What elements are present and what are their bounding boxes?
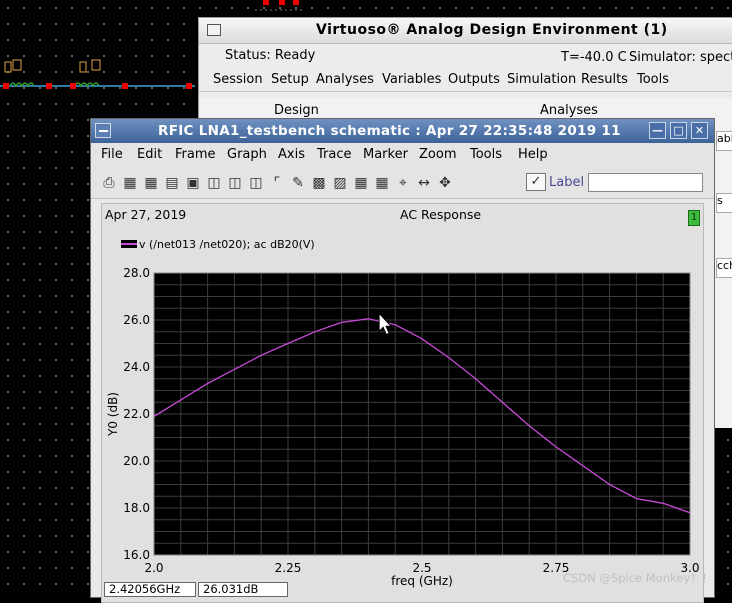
x-axis-label: freq (GHz) (391, 574, 453, 588)
watermark: CSDN @Spice Monkey！！ (563, 571, 714, 585)
ade-status-row: Status: Ready T=-40.0 C Simulator: spect… (199, 44, 732, 68)
menu-results[interactable]: Results (581, 72, 628, 87)
x-tick-label: 2.0 (144, 561, 163, 575)
simulator-text: Simulator: spectr (629, 50, 732, 65)
outputs-table-fragment[interactable]: s (716, 193, 732, 213)
menu-outputs[interactable]: Outputs (448, 72, 500, 87)
menu-session[interactable]: Session (213, 72, 263, 87)
design-header: Design (274, 103, 319, 118)
x-tick-label: 2.5 (412, 561, 431, 575)
analyses-table-fragment[interactable]: abl (716, 131, 732, 151)
y-tick-label: 24.0 (123, 360, 150, 374)
temperature-text: T=-40.0 C (561, 50, 627, 65)
y-axis-label: Y0 (dB) (106, 392, 120, 437)
outputs-table-fragment-2[interactable]: cch (716, 258, 732, 278)
schematic-pins (255, 0, 305, 11)
ade-title: Virtuoso® Analog Design Environment (1) (316, 22, 668, 38)
ade-menubar: Session Setup Analyses Variables Outputs… (199, 68, 732, 92)
y-tick-label: 20.0 (123, 454, 150, 468)
menu-setup[interactable]: Setup (271, 72, 309, 87)
menu-tools[interactable]: Tools (637, 72, 669, 87)
menu-variables[interactable]: Variables (382, 72, 441, 87)
legend-label: v (/net013 /net020); ac dB20(V) (139, 238, 315, 251)
y-tick-label: 22.0 (123, 407, 150, 421)
window-menu-icon[interactable] (207, 24, 221, 36)
schematic-wires (0, 0, 268, 89)
y-tick-label: 28.0 (123, 266, 150, 280)
menu-simulation[interactable]: Simulation (507, 72, 576, 87)
y-tick-label: 18.0 (123, 501, 150, 515)
y-tick-label: 16.0 (123, 548, 150, 562)
ac-response-chart: 16.018.020.022.024.026.028.02.0 2.25 2.5 2.… (106, 238, 700, 588)
x-tick-label: 2.25 (275, 561, 302, 575)
menu-analyses[interactable]: Analyses (316, 72, 374, 87)
ade-titlebar[interactable]: Virtuoso® Analog Design Environment (1) (199, 18, 732, 44)
analyses-header: Analyses (540, 103, 598, 118)
waveform-window: RFIC LNA1_testbench schematic : Apr 27 2… (90, 118, 715, 603)
status-text: Status: Ready (225, 48, 316, 63)
y-tick-label: 26.0 (123, 313, 150, 327)
